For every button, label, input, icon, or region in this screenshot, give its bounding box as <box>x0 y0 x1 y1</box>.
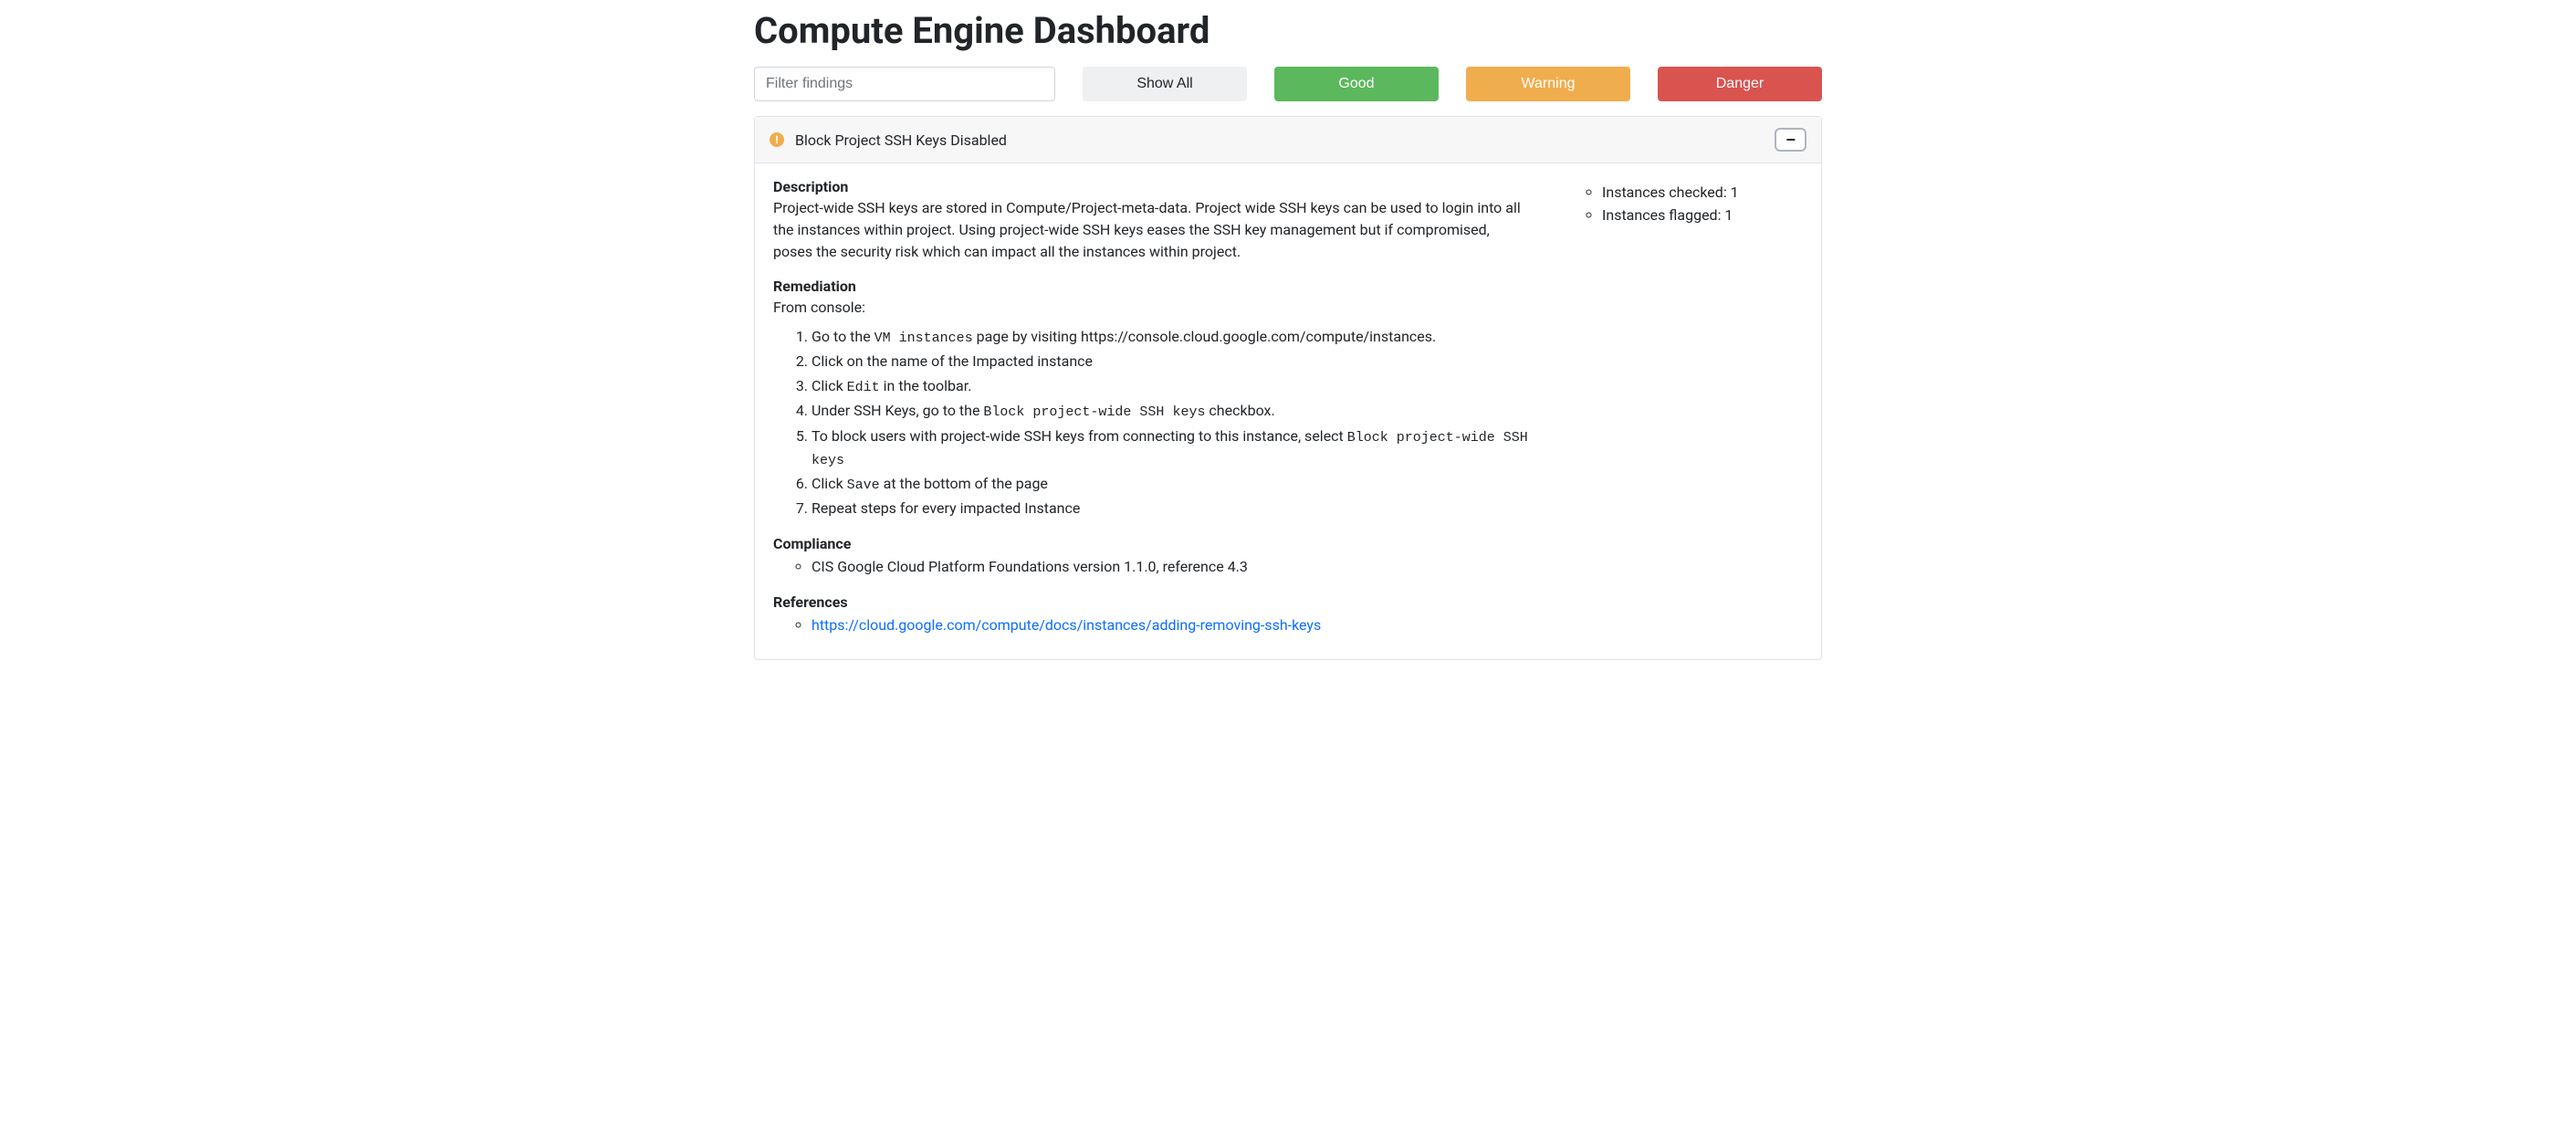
instances-checked-stat: Instances checked: 1 <box>1602 182 1803 205</box>
code-vm-instances: VM instances <box>874 331 973 346</box>
filter-row: Show All Good Warning Danger <box>754 67 1822 101</box>
remediation-intro: From console: <box>773 297 1529 319</box>
reference-link[interactable]: https://cloud.google.com/compute/docs/in… <box>812 616 1321 634</box>
finding-details-column: Description Project-wide SSH keys are st… <box>773 178 1529 645</box>
dashboard-container: Compute Engine Dashboard Show All Good W… <box>740 0 1836 678</box>
compliance-list: CIS Google Cloud Platform Foundations ve… <box>773 556 1529 579</box>
compliance-item: CIS Google Cloud Platform Foundations ve… <box>812 556 1529 579</box>
filter-findings-input[interactable] <box>754 67 1055 101</box>
references-list: https://cloud.google.com/compute/docs/in… <box>773 614 1529 637</box>
instances-flagged-stat: Instances flagged: 1 <box>1602 205 1803 227</box>
danger-button[interactable]: Danger <box>1658 67 1822 101</box>
stats-list: Instances checked: 1 Instances flagged: … <box>1565 182 1803 227</box>
code-block-ssh-1: Block project-wide SSH keys <box>983 404 1205 420</box>
good-button[interactable]: Good <box>1274 67 1439 101</box>
warning-status-icon: ! <box>770 132 784 147</box>
remediation-label: Remediation <box>773 278 1529 295</box>
code-save: Save <box>847 478 880 493</box>
finding-card: ! Block Project SSH Keys Disabled − Desc… <box>754 116 1822 660</box>
code-edit: Edit <box>847 380 880 395</box>
remediation-step: To block users with project-wide SSH key… <box>812 425 1529 472</box>
remediation-step: Under SSH Keys, go to the Block project-… <box>812 400 1529 423</box>
remediation-step: Click Edit in the toolbar. <box>812 375 1529 398</box>
page-title: Compute Engine Dashboard <box>754 9 1822 52</box>
remediation-step: Repeat steps for every impacted Instance <box>812 498 1529 520</box>
warning-button[interactable]: Warning <box>1466 67 1630 101</box>
description-text: Project-wide SSH keys are stored in Comp… <box>773 197 1529 263</box>
show-all-button[interactable]: Show All <box>1083 67 1247 101</box>
remediation-step: Click on the name of the Impacted instan… <box>812 351 1529 373</box>
description-label: Description <box>773 178 1529 195</box>
reference-item: https://cloud.google.com/compute/docs/in… <box>812 614 1529 637</box>
finding-body: Description Project-wide SSH keys are st… <box>755 163 1821 659</box>
remediation-step: Click Save at the bottom of the page <box>812 473 1529 496</box>
remediation-steps-list: Go to the VM instances page by visiting … <box>773 326 1529 520</box>
remediation-step: Go to the VM instances page by visiting … <box>812 326 1529 349</box>
finding-stats-column: Instances checked: 1 Instances flagged: … <box>1565 178 1803 235</box>
finding-header[interactable]: ! Block Project SSH Keys Disabled − <box>755 117 1821 163</box>
compliance-label: Compliance <box>773 535 1529 552</box>
finding-title: Block Project SSH Keys Disabled <box>795 131 1764 149</box>
collapse-toggle-button[interactable]: − <box>1775 128 1806 152</box>
references-label: References <box>773 593 1529 611</box>
